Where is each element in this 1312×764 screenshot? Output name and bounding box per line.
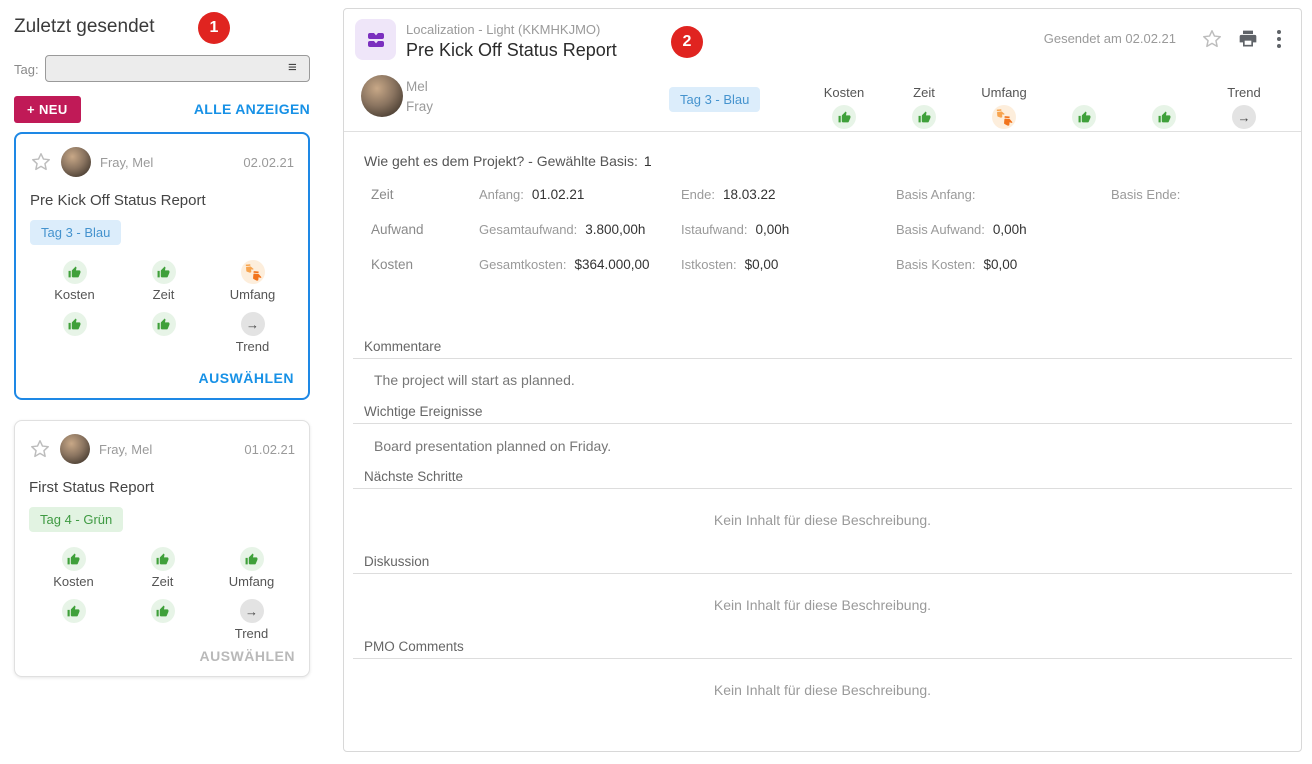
status-label-zeit: Zeit [153, 287, 175, 303]
card-author: Fray, Mel [99, 442, 235, 457]
avatar [61, 147, 91, 177]
metric-row-kosten: Kosten Gesamtkosten:$364.000,00 Istkoste… [344, 257, 1301, 277]
card-date: 01.02.21 [244, 442, 295, 457]
thumb-up-icon [63, 312, 87, 336]
section-divider [353, 488, 1292, 489]
project-health-question: Wie geht es dem Projekt? - Gewählte Basi… [364, 153, 652, 169]
project-stack-icon [355, 19, 396, 60]
section-title: Nächste Schritte [364, 469, 463, 484]
favorite-star-icon[interactable] [30, 151, 52, 173]
status-label-trend: Trend [236, 339, 269, 355]
thumb-up-icon [63, 260, 87, 284]
thumb-up-icon [152, 312, 176, 336]
section-divider [353, 423, 1292, 424]
metric-row-aufwand: Aufwand Gesamtaufwand:3.800,00h Istaufwa… [344, 222, 1301, 242]
thumb-up-icon [912, 105, 936, 129]
status-label-kosten: Kosten [53, 574, 93, 590]
section-divider [353, 658, 1292, 659]
thumb-up-icon [151, 547, 175, 571]
thumb-up-icon [1152, 105, 1176, 129]
thumb-warn-icon [241, 260, 265, 284]
avatar [361, 75, 403, 117]
section-title: Diskussion [364, 554, 429, 569]
trend-flat-icon: → [241, 312, 265, 336]
section-content: Board presentation planned on Friday. [374, 438, 1271, 454]
status-label-trend: Trend [1227, 85, 1260, 100]
show-all-link[interactable]: ALLE ANZEIGEN [194, 101, 310, 117]
select-report-link[interactable]: AUSWÄHLEN [200, 648, 296, 664]
favorite-star-icon[interactable] [1201, 28, 1223, 50]
trend-flat-icon: → [240, 599, 264, 623]
thumb-up-icon [151, 599, 175, 623]
report-detail-panel: 2 Localization - Light (KKMHKJMO) Pre Ki… [343, 8, 1302, 752]
tag-chip: Tag 3 - Blau [30, 220, 121, 245]
avatar [60, 434, 90, 464]
recently-sent-panel: Zuletzt gesendet 1 Tag: ≡ + NEU ALLE ANZ… [0, 0, 330, 764]
trend-flat-icon: → [1232, 105, 1256, 129]
tag-filter-input[interactable] [45, 55, 310, 82]
section-content-empty: Kein Inhalt für diese Beschreibung. [374, 512, 1271, 528]
author-last-name: Fray [406, 99, 433, 114]
tag-chip: Tag 4 - Grün [29, 507, 123, 532]
metric-row-zeit: Zeit Anfang:01.02.21 Ende:18.03.22 Basis… [344, 187, 1301, 207]
section-title: Kommentare [364, 339, 441, 354]
thumb-up-icon [240, 547, 264, 571]
annotation-badge-1: 1 [198, 12, 230, 44]
section-title: PMO Comments [364, 639, 464, 654]
section-divider [353, 358, 1292, 359]
thumb-up-icon [62, 599, 86, 623]
section-divider [353, 573, 1292, 574]
thumb-up-icon [152, 260, 176, 284]
panel-title: Zuletzt gesendet [14, 16, 154, 38]
card-author: Fray, Mel [100, 155, 234, 170]
section-content: The project will start as planned. [374, 372, 1271, 388]
report-card[interactable]: Fray, Mel 01.02.21 First Status Report T… [14, 420, 310, 677]
status-label-zeit: Zeit [913, 85, 935, 100]
card-title: First Status Report [29, 479, 295, 496]
thumb-up-icon [832, 105, 856, 129]
thumb-warn-icon [992, 105, 1016, 129]
tag-chip: Tag 3 - Blau [669, 87, 760, 112]
select-report-link[interactable]: AUSWÄHLEN [199, 370, 295, 386]
thumb-up-icon [1072, 105, 1096, 129]
report-title: Pre Kick Off Status Report [406, 40, 617, 61]
sent-date-label: Gesendet am 02.02.21 [1044, 31, 1176, 46]
project-subtitle: Localization - Light (KKMHKJMO) [406, 22, 600, 37]
status-label-umfang: Umfang [229, 574, 275, 590]
report-card[interactable]: Fray, Mel 02.02.21 Pre Kick Off Status R… [14, 132, 310, 400]
new-report-button[interactable]: + NEU [14, 96, 81, 123]
status-label-umfang: Umfang [981, 85, 1027, 100]
section-title: Wichtige Ereignisse [364, 404, 483, 419]
card-title: Pre Kick Off Status Report [30, 192, 294, 209]
section-content-empty: Kein Inhalt für diese Beschreibung. [374, 597, 1271, 613]
thumb-up-icon [62, 547, 86, 571]
card-date: 02.02.21 [243, 155, 294, 170]
print-icon[interactable] [1238, 29, 1258, 49]
status-icon-grid: Kosten Zeit Umfang → Trend [30, 260, 308, 364]
status-label-umfang: Umfang [230, 287, 276, 303]
favorite-star-icon[interactable] [29, 438, 51, 460]
status-label-kosten: Kosten [54, 287, 94, 303]
author-first-name: Mel [406, 79, 428, 94]
annotation-badge-2: 2 [671, 26, 703, 58]
status-icon-grid: Kosten Zeit Umfang → Trend [29, 547, 309, 651]
kebab-menu-icon[interactable] [1273, 27, 1285, 51]
status-label-trend: Trend [235, 626, 268, 642]
header-divider [344, 131, 1301, 132]
status-label-kosten: Kosten [824, 85, 864, 100]
tag-filter-label: Tag: [14, 62, 39, 77]
basis-value: 1 [644, 153, 652, 169]
section-content-empty: Kein Inhalt für diese Beschreibung. [374, 682, 1271, 698]
status-label-zeit: Zeit [152, 574, 174, 590]
